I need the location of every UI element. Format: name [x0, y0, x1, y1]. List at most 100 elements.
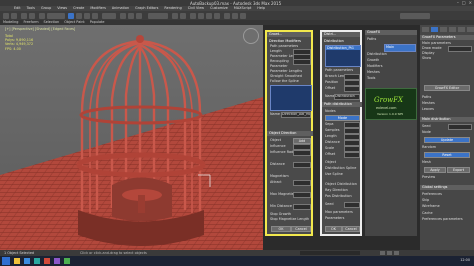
scale-input[interactable]	[344, 146, 360, 152]
recoupling-input[interactable]	[293, 59, 311, 65]
select-object-icon[interactable]	[68, 12, 74, 19]
render-frame-icon[interactable]	[232, 12, 238, 19]
max-magnetism-input[interactable]	[293, 192, 311, 198]
name-input[interactable]: Direction_Adi_Mod	[281, 112, 311, 118]
app-icon[interactable]	[44, 258, 50, 264]
length-input[interactable]	[344, 134, 360, 140]
name-input[interactable]: Distribution	[334, 94, 360, 100]
snap-icon[interactable]	[120, 12, 126, 19]
param-label: Object	[270, 138, 282, 142]
named-selection-dropdown[interactable]	[148, 12, 168, 19]
update-button[interactable]: Update	[424, 137, 470, 143]
timeline-slider[interactable]	[300, 251, 360, 255]
seed-input[interactable]	[344, 202, 360, 208]
offset2-input[interactable]	[344, 152, 360, 158]
param-label: Magnetism	[270, 174, 289, 178]
modify-tab-icon[interactable]	[431, 27, 438, 32]
stats-overlay: Total Polys: 9,890,116 Verts: 4,949,372 …	[5, 34, 33, 51]
mode-dropdown[interactable]: Mode	[325, 115, 360, 121]
app-icon[interactable]	[64, 258, 70, 264]
param-label: Preferences parameters	[422, 217, 463, 221]
rotate-icon[interactable]	[84, 12, 90, 19]
explorer-icon[interactable]	[14, 258, 20, 264]
minimize-icon[interactable]: –	[457, 0, 459, 5]
offset-input[interactable]	[344, 86, 360, 92]
material-editor-icon[interactable]	[214, 12, 220, 19]
cage-top	[136, 35, 144, 43]
path-list[interactable]: Main	[384, 44, 416, 52]
max-app-icon[interactable]	[34, 258, 40, 264]
create-tab-icon[interactable]	[422, 27, 429, 32]
influence-radius-input[interactable]	[293, 150, 311, 156]
param-label: Stop Magnetize Length	[270, 217, 310, 221]
list-item[interactable]: Distribution_Pt1	[326, 46, 360, 50]
stats-line: FPS: 4.00	[5, 46, 21, 51]
reset-button[interactable]: Reset	[424, 152, 470, 158]
table-leg	[138, 195, 145, 213]
browser-icon[interactable]	[24, 258, 30, 264]
perspective-viewport[interactable]: [+] [Perspective] [Shaded] [Edged Faces]…	[0, 25, 263, 250]
close-icon[interactable]: ×	[469, 0, 472, 5]
list-item[interactable]: Main	[385, 45, 415, 50]
app-icon[interactable]	[54, 258, 60, 264]
distance-input[interactable]	[293, 162, 311, 168]
unlink-icon[interactable]	[29, 12, 35, 19]
cancel-button[interactable]: Cancel	[291, 226, 311, 232]
workspace-dropdown[interactable]	[400, 12, 430, 19]
seed-input[interactable]	[448, 124, 472, 130]
section-header: Path distribution	[322, 102, 362, 107]
viewcube-icon[interactable]	[243, 28, 259, 44]
samples-input[interactable]	[344, 128, 360, 134]
angle-snap-icon[interactable]	[128, 12, 134, 19]
param-label: Modifiers	[367, 64, 383, 68]
distance-input[interactable]	[344, 140, 360, 146]
reference-coord-dropdown[interactable]	[102, 12, 116, 19]
spline-list[interactable]	[270, 85, 312, 111]
maximize-icon[interactable]: □	[462, 0, 466, 5]
distribution-list[interactable]: Distribution_Pt1	[325, 45, 361, 67]
param-label: Distribution	[367, 52, 387, 56]
layer-icon[interactable]	[190, 12, 196, 19]
sepa-input[interactable]	[344, 122, 360, 128]
apply-button[interactable]: Apply	[424, 167, 446, 173]
branch-length-input[interactable]	[344, 74, 360, 80]
play-icon[interactable]	[387, 251, 392, 255]
viewport-label[interactable]: [+] [Perspective] [Shaded] [Edged Faces]	[5, 27, 75, 31]
display-tab-icon[interactable]	[458, 27, 465, 32]
selection-filter-dropdown[interactable]	[47, 12, 65, 19]
utilities-tab-icon[interactable]	[467, 27, 474, 32]
undo-icon[interactable]	[3, 12, 9, 19]
link-icon[interactable]	[21, 12, 27, 19]
cancel-button[interactable]: Cancel	[342, 226, 360, 232]
redo-icon[interactable]	[11, 12, 17, 19]
percent-snap-icon[interactable]	[136, 12, 142, 19]
start-button-icon[interactable]	[2, 257, 10, 265]
export-button[interactable]: Export	[447, 167, 470, 173]
param-label: Skip	[422, 198, 430, 202]
influence-input[interactable]	[293, 144, 311, 150]
ok-button[interactable]: OK	[325, 226, 342, 232]
curve-editor-icon[interactable]	[198, 12, 204, 19]
ok-button[interactable]: OK	[271, 226, 291, 232]
mirror-icon[interactable]	[172, 12, 178, 19]
panel-title: GrowFX Parameters	[420, 35, 474, 40]
schematic-icon[interactable]	[206, 12, 212, 19]
growfx-editor-button[interactable]: GrowFX Editor	[424, 85, 470, 91]
prev-frame-icon[interactable]	[380, 251, 385, 255]
align-icon[interactable]	[180, 12, 186, 19]
scale-icon[interactable]	[92, 12, 98, 19]
position-input[interactable]	[344, 80, 360, 86]
param-label: Recoupling	[270, 59, 289, 63]
select-icon[interactable]	[39, 12, 45, 19]
motion-tab-icon[interactable]	[449, 27, 456, 32]
param-label: Seed	[325, 202, 334, 206]
param-label: Paths	[367, 37, 377, 41]
render-icon[interactable]	[240, 12, 246, 19]
render-setup-icon[interactable]	[224, 12, 230, 19]
attract-input[interactable]	[293, 180, 311, 186]
hierarchy-tab-icon[interactable]	[440, 27, 447, 32]
move-icon[interactable]	[76, 12, 82, 19]
draw-mode-dropdown[interactable]	[448, 46, 472, 52]
next-frame-icon[interactable]	[394, 251, 399, 255]
min-distance-input[interactable]	[293, 204, 311, 210]
